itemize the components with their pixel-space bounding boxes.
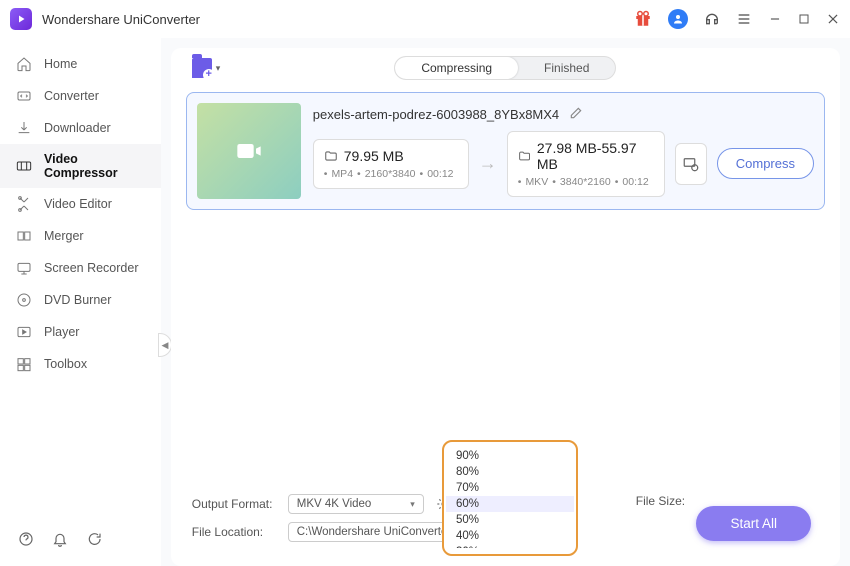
sidebar-item-label: Player [44, 325, 79, 339]
file-size-option[interactable]: 40% [446, 528, 574, 544]
maximize-icon[interactable] [798, 13, 810, 25]
file-size-option[interactable]: 80% [446, 464, 574, 480]
home-icon [16, 56, 32, 72]
tab-compressing[interactable]: Compressing [395, 57, 518, 79]
close-icon[interactable] [826, 12, 840, 26]
output-format-label: Output Format: [192, 497, 278, 511]
file-size-option[interactable]: 30% [446, 544, 574, 548]
play-icon [16, 324, 32, 340]
file-location-label: File Location: [192, 525, 278, 539]
compress-button[interactable]: Compress [717, 148, 814, 179]
feedback-icon[interactable] [86, 531, 102, 552]
menu-icon[interactable] [736, 11, 752, 27]
target-size: 27.98 MB-55.97 MB [537, 140, 654, 172]
file-name: pexels-artem-podrez-6003988_8YBx8MX4 [313, 107, 559, 122]
converter-icon [16, 88, 32, 104]
sidebar: Home Converter Downloader Video Compress… [0, 38, 161, 566]
sidebar-item-converter[interactable]: Converter [0, 80, 161, 112]
output-format-value: MKV 4K Video [297, 498, 372, 510]
start-all-button[interactable]: Start All [696, 506, 811, 541]
sidebar-item-label: Toolbox [44, 357, 87, 371]
edit-name-icon[interactable] [569, 106, 583, 123]
file-size-option[interactable]: 90% [446, 448, 574, 464]
sidebar-item-screen-recorder[interactable]: Screen Recorder [0, 252, 161, 284]
gift-icon[interactable] [634, 10, 652, 28]
output-format-select[interactable]: MKV 4K Video ▾ [288, 494, 424, 514]
toolbox-icon [16, 356, 32, 372]
sidebar-item-label: Downloader [44, 121, 111, 135]
tab-finished[interactable]: Finished [518, 57, 615, 79]
target-resolution: 3840*2160 [552, 176, 611, 188]
target-duration: 00:12 [615, 176, 649, 188]
arrow-right-icon: → [479, 153, 497, 174]
file-size-option[interactable]: 70% [446, 480, 574, 496]
add-file-icon [192, 58, 212, 78]
source-resolution: 2160*3840 [357, 168, 416, 180]
file-location-select[interactable]: C:\Wondershare UniConverter ▾ [288, 522, 465, 542]
sidebar-item-video-compressor[interactable]: Video Compressor [0, 144, 161, 188]
sidebar-item-label: Video Compressor [44, 152, 145, 180]
file-card[interactable]: pexels-artem-podrez-6003988_8YBx8MX4 79.… [186, 92, 825, 210]
chevron-down-icon: ▾ [216, 63, 221, 74]
file-location-value: C:\Wondershare UniConverter [297, 526, 451, 538]
sidebar-item-label: Home [44, 57, 77, 71]
app-title: Wondershare UniConverter [42, 12, 634, 27]
recorder-icon [16, 260, 32, 276]
sidebar-item-label: Merger [44, 229, 84, 243]
source-duration: 00:12 [420, 168, 454, 180]
file-size-label: File Size: [636, 494, 685, 508]
file-size-option[interactable]: 50% [446, 512, 574, 528]
target-info-box: 27.98 MB-55.97 MB MKV 3840*2160 00:12 [507, 131, 665, 197]
sidebar-item-home[interactable]: Home [0, 48, 161, 80]
sidebar-item-toolbox[interactable]: Toolbox [0, 348, 161, 380]
sidebar-item-label: DVD Burner [44, 293, 111, 307]
compress-settings-button[interactable] [675, 143, 707, 185]
headset-icon[interactable] [704, 11, 720, 27]
video-thumbnail[interactable] [197, 103, 301, 199]
app-logo [10, 8, 32, 30]
bell-icon[interactable] [52, 531, 68, 552]
sidebar-item-dvd-burner[interactable]: DVD Burner [0, 284, 161, 316]
chevron-down-icon: ▾ [410, 499, 415, 510]
source-size: 79.95 MB [344, 148, 404, 164]
sidebar-item-player[interactable]: Player [0, 316, 161, 348]
source-info-box: 79.95 MB MP4 2160*3840 00:12 [313, 139, 469, 189]
add-file-button[interactable]: ▾ [192, 58, 221, 78]
disc-icon [16, 292, 32, 308]
sidebar-item-label: Converter [44, 89, 99, 103]
file-size-option[interactable]: 60% [446, 496, 574, 512]
sidebar-item-merger[interactable]: Merger [0, 220, 161, 252]
compressor-icon [16, 158, 32, 174]
help-icon[interactable] [18, 531, 34, 552]
download-icon [16, 120, 32, 136]
minimize-icon[interactable] [768, 12, 782, 26]
editor-icon [16, 196, 32, 212]
target-format: MKV [518, 176, 548, 188]
file-size-dropdown[interactable]: 90%80%70%60%50%40%30% [442, 440, 578, 556]
sidebar-item-video-editor[interactable]: Video Editor [0, 188, 161, 220]
source-format: MP4 [324, 168, 353, 180]
sidebar-item-label: Screen Recorder [44, 261, 139, 275]
user-avatar-icon[interactable] [668, 9, 688, 29]
merger-icon [16, 228, 32, 244]
sidebar-item-label: Video Editor [44, 197, 112, 211]
sidebar-item-downloader[interactable]: Downloader [0, 112, 161, 144]
